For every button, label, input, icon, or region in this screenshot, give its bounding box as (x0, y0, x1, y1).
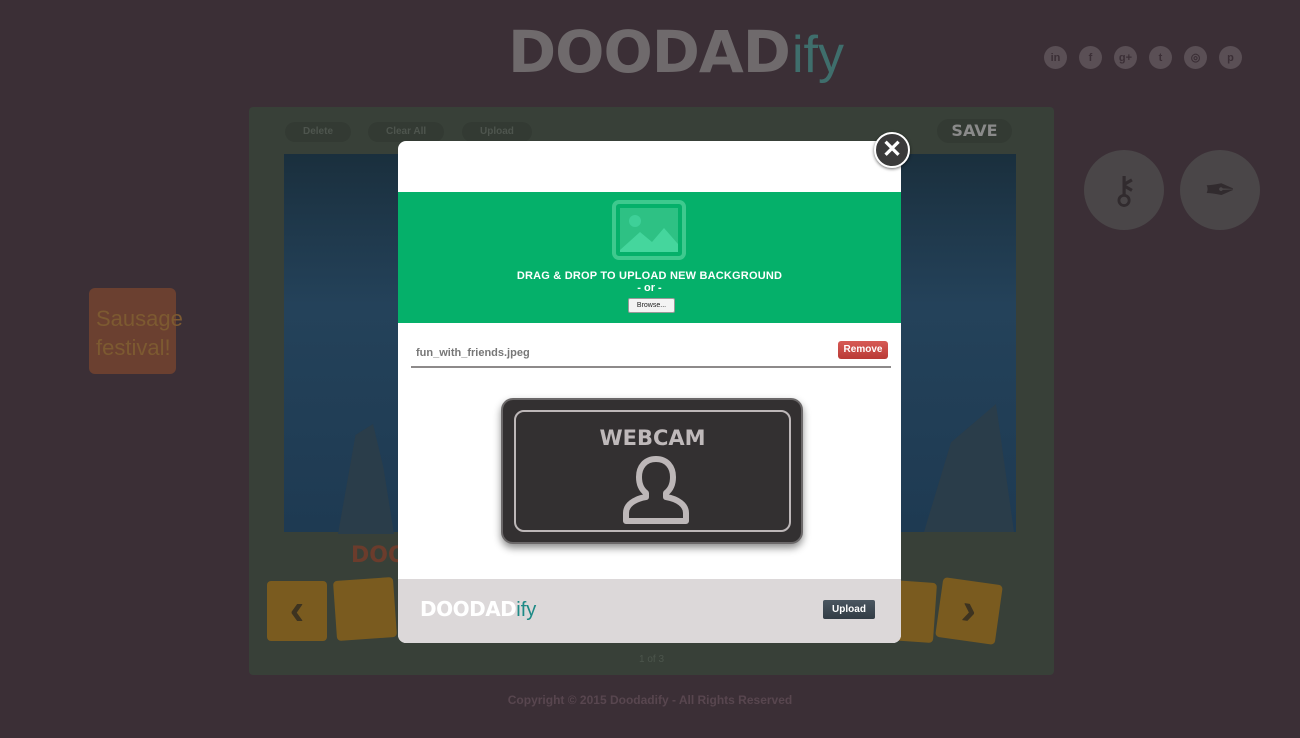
shark-right-image (924, 404, 1014, 532)
drop-zone[interactable]: DRAG & DROP TO UPLOAD NEW BACKGROUND - o… (398, 192, 901, 323)
close-icon: ✕ (881, 136, 903, 163)
twitter-icon[interactable]: t (1149, 46, 1172, 69)
pinterest-icon[interactable]: p (1219, 46, 1242, 69)
file-name: fun_with_friends.jpeg (416, 347, 530, 359)
user-icon (623, 456, 689, 524)
browse-button[interactable]: Browse... (628, 298, 675, 313)
upload-background-modal: DRAG & DROP TO UPLOAD NEW BACKGROUND - o… (398, 141, 901, 643)
key-tool-button[interactable]: ⚷ (1084, 150, 1164, 230)
shark-left-image (338, 424, 394, 534)
webcam-frame: WEBCAM (514, 410, 791, 532)
upload-toolbar-button[interactable]: Upload (462, 122, 532, 142)
webcam-label: WEBCAM (599, 426, 706, 450)
logo-sub-text: ify (791, 26, 844, 84)
social-links: in f g+ t ◎ p (1044, 46, 1242, 69)
footer-logo: DOODADify (420, 597, 536, 622)
upload-button[interactable]: Upload (823, 600, 875, 619)
google-plus-icon[interactable]: g+ (1114, 46, 1137, 69)
footer-logo-main: DOODAD (420, 597, 517, 621)
site-logo[interactable]: DOODADify (508, 18, 844, 98)
linkedin-icon[interactable]: in (1044, 46, 1067, 69)
key-icon: ⚷ (1110, 169, 1138, 212)
logo-main-text: DOODAD (508, 18, 791, 86)
clear-all-button[interactable]: Clear All (368, 122, 445, 142)
save-button[interactable]: SAVE (937, 119, 1012, 143)
or-separator: - or - (637, 282, 662, 294)
pen-tool-button[interactable]: ✒ (1180, 150, 1260, 230)
footer-logo-sub: ify (516, 599, 537, 621)
remove-button[interactable]: Remove (838, 341, 888, 359)
instagram-icon[interactable]: ◎ (1184, 46, 1207, 69)
modal-footer: DOODADify Upload (398, 579, 901, 643)
facebook-icon[interactable]: f (1079, 46, 1102, 69)
next-arrow-button[interactable]: › (935, 577, 1003, 645)
selected-file-row: fun_with_friends.jpeg Remove (411, 340, 891, 368)
pen-icon: ✒ (1204, 169, 1236, 212)
close-modal-button[interactable]: ✕ (874, 132, 910, 168)
copyright-text: Copyright © 2015 Doodadify - All Rights … (507, 693, 793, 707)
pager-text: 1 of 3 (639, 654, 665, 665)
sticky-note[interactable]: Sausage festival! (89, 288, 183, 374)
prev-arrow-button[interactable]: ‹ (267, 581, 327, 641)
doodad-thumbnail[interactable] (332, 576, 398, 642)
webcam-button[interactable]: WEBCAM (501, 398, 803, 544)
drop-instructions: DRAG & DROP TO UPLOAD NEW BACKGROUND (516, 270, 783, 282)
delete-button[interactable]: Delete (285, 122, 352, 142)
image-icon (612, 200, 686, 260)
